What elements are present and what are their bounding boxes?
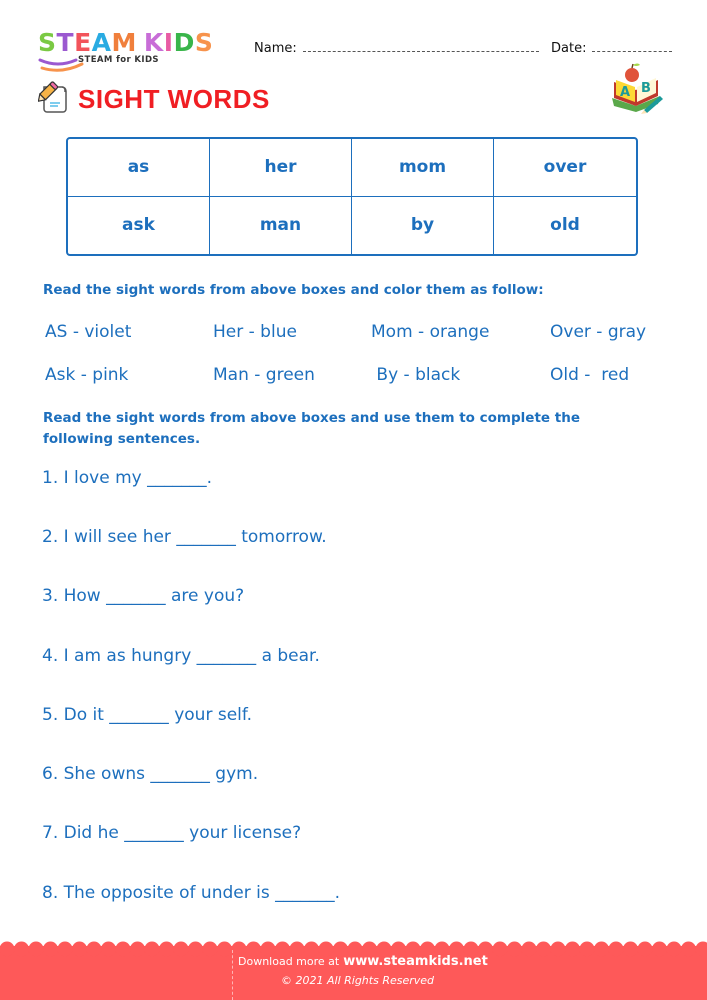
color-instruction: Read the sight words from above boxes an… (43, 282, 544, 298)
color-key-item: Ask - pink (45, 365, 129, 385)
sentence-item[interactable]: 7. Did he _______ your license? (42, 823, 301, 843)
footer: Download more at www.steamkids.net © 2021… (0, 940, 707, 1000)
footer-scallop (623, 941, 638, 957)
download-prefix: Download more at (238, 955, 340, 968)
date-field[interactable]: Date: (551, 40, 673, 56)
logo-letter: M (111, 28, 137, 57)
name-input-line[interactable] (302, 40, 539, 52)
logo-letter: K (143, 28, 164, 57)
footer-scallop (536, 941, 551, 957)
color-key-item: By - black (371, 365, 461, 385)
footer-scallop (550, 941, 566, 957)
logo-letter: A (91, 28, 112, 57)
footer-scallop (101, 941, 116, 957)
sight-words-table: as her mom over ask man by old (66, 137, 638, 256)
footer-scallop (565, 941, 580, 957)
logo-tagline: STEAM for KIDS (78, 55, 159, 65)
logo-letter: I (163, 28, 174, 57)
footer-scallop (666, 941, 682, 957)
word-cell[interactable]: over (494, 139, 636, 197)
sentence-item[interactable]: 2. I will see her _______ tomorrow. (42, 527, 327, 547)
color-key-item: Her - blue (213, 322, 297, 342)
color-key-item: AS - violet (45, 322, 132, 342)
footer-scallop (637, 941, 653, 957)
pencil-scroll-icon (38, 81, 67, 113)
logo-letter: S (194, 28, 214, 57)
footer-scallop (507, 941, 522, 957)
sentence-item[interactable]: 4. I am as hungry _______ a bear. (42, 646, 320, 666)
svg-text:B: B (641, 81, 651, 96)
footer-scallop (217, 941, 232, 957)
sentence-item[interactable]: 3. How _______ are you? (42, 586, 244, 606)
website-link[interactable]: www.steamkids.net (343, 954, 488, 969)
footer-divider (232, 950, 233, 1000)
date-label: Date: (551, 41, 587, 56)
word-cell[interactable]: old (494, 197, 636, 255)
footer-scallop (14, 941, 29, 957)
footer-scallop (492, 941, 508, 957)
footer-scallop (521, 941, 537, 957)
footer-scallop (28, 941, 44, 957)
logo-letter (137, 30, 144, 56)
page-title: SIGHT WORDS (78, 84, 270, 114)
footer-scallop (579, 941, 595, 957)
footer-scallop (86, 941, 102, 957)
logo-letter: D (173, 28, 195, 57)
footer-scallop (159, 941, 174, 957)
footer-scallop (608, 941, 624, 957)
logo-wordmark: STEAM KIDS (38, 30, 238, 56)
footer-scallop (72, 941, 87, 957)
color-key-item: Old - red (550, 365, 630, 385)
date-input-line[interactable] (592, 40, 673, 52)
word-cell[interactable]: man (210, 196, 352, 254)
word-cell[interactable]: as (68, 139, 210, 197)
sentence-item[interactable]: 5. Do it _______ your self. (42, 705, 252, 725)
word-cell[interactable]: mom (352, 139, 494, 197)
sentence-item[interactable]: 6. She owns _______ gym. (42, 764, 258, 784)
word-cell[interactable]: ask (68, 196, 210, 254)
name-field[interactable]: Name: (254, 40, 539, 56)
color-key-item: Mom - orange (371, 322, 490, 342)
abc-book-apple-icon: A B (612, 63, 663, 114)
word-cell[interactable]: her (210, 139, 352, 197)
footer-download-text: Download more at www.steamkids.net (238, 954, 488, 969)
logo-letter: S (38, 28, 57, 57)
scalloped-footer-background (0, 941, 707, 1000)
footer-scallop (202, 941, 218, 957)
sentence-item[interactable]: 1. I love my _______. (42, 468, 212, 488)
footer-scallop (188, 941, 203, 957)
color-key-row: AS - violet Her - blue Mom - orange Over - … (45, 322, 685, 365)
footer-scallop (144, 941, 160, 957)
color-key: AS - violet Her - blue Mom - orange Over - … (45, 322, 685, 408)
footer-scallop (115, 941, 131, 957)
steam-kids-logo: STEAM KIDS STEAM for KIDS (38, 30, 238, 75)
name-label: Name: (254, 41, 297, 56)
color-key-item: Man - green (213, 365, 315, 385)
color-key-row: Ask - pink Man - green By - black Old - re… (45, 365, 685, 408)
footer-scallop (173, 941, 189, 957)
footer-scallop (681, 941, 696, 957)
logo-letter: T (56, 28, 75, 57)
logo-letter: E (74, 28, 92, 57)
footer-scallop (57, 941, 73, 957)
copyright-text: © 2021 All Rights Reserved (281, 974, 435, 987)
footer-scallop (652, 941, 667, 957)
footer-scallop (130, 941, 145, 957)
svg-text:A: A (620, 85, 630, 100)
footer-scallop (43, 941, 58, 957)
footer-scallop (594, 941, 609, 957)
word-cell[interactable]: by (352, 196, 494, 254)
sentence-item[interactable]: 8. The opposite of under is _______. (42, 883, 340, 903)
sentence-instruction: Read the sight words from above boxes an… (43, 410, 580, 447)
color-key-item: Over - gray (550, 322, 647, 342)
footer-scallop (0, 941, 15, 957)
